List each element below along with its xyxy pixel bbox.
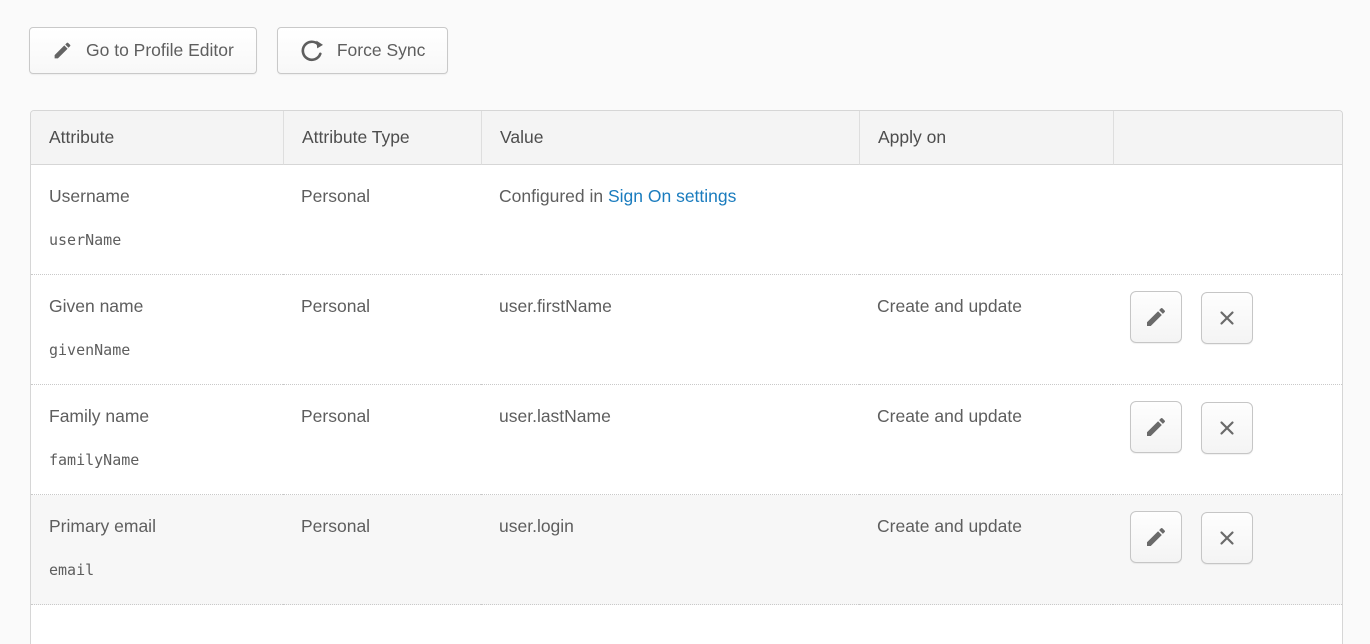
- close-icon: [1216, 307, 1238, 329]
- attribute-label: Family name: [49, 406, 265, 427]
- go-to-profile-editor-button[interactable]: Go to Profile Editor: [29, 27, 257, 74]
- edit-attribute-button[interactable]: [1130, 401, 1182, 453]
- edit-attribute-button[interactable]: [1130, 291, 1182, 343]
- value-text: Configured in: [499, 186, 608, 206]
- actions-cell: [1113, 165, 1343, 275]
- attribute-label: Given name: [49, 296, 265, 317]
- column-header-attribute-type: Attribute Type: [283, 111, 481, 165]
- pencil-icon: [1144, 305, 1168, 329]
- actions-cell: [1113, 495, 1343, 605]
- attribute-type-cell: Personal: [283, 275, 481, 385]
- apply-on-cell: [859, 165, 1113, 275]
- attribute-mapping-table: Attribute Attribute Type Value Apply on …: [30, 110, 1343, 644]
- pencil-icon: [1144, 525, 1168, 549]
- go-to-profile-editor-label: Go to Profile Editor: [86, 40, 234, 61]
- toolbar: Go to Profile Editor Force Sync: [29, 27, 448, 74]
- delete-attribute-button[interactable]: [1201, 292, 1253, 344]
- force-sync-label: Force Sync: [337, 40, 426, 61]
- attribute-label: Primary email: [49, 516, 265, 537]
- pencil-icon: [52, 40, 73, 61]
- value-cell: user.login: [481, 495, 859, 605]
- apply-on-cell: Create and update: [859, 495, 1113, 605]
- attribute-cell: Primary email email: [31, 495, 283, 605]
- refresh-icon: [300, 39, 324, 63]
- delete-attribute-button[interactable]: [1201, 512, 1253, 564]
- table-row: Username userName Personal Configured in…: [31, 165, 1343, 275]
- edit-attribute-button[interactable]: [1130, 511, 1182, 563]
- attribute-variable: givenName: [49, 341, 265, 359]
- attribute-variable: userName: [49, 231, 265, 249]
- column-header-actions: [1113, 111, 1343, 165]
- column-header-apply-on: Apply on: [859, 111, 1113, 165]
- apply-on-cell: Create and update: [859, 385, 1113, 495]
- force-sync-button[interactable]: Force Sync: [277, 27, 449, 74]
- table-row: Primary email email Personal user.login …: [31, 495, 1343, 605]
- actions-cell: [1113, 385, 1343, 495]
- table-row: Family name familyName Personal user.las…: [31, 385, 1343, 495]
- attribute-cell: Given name givenName: [31, 275, 283, 385]
- value-cell: Configured in Sign On settings: [481, 165, 859, 275]
- delete-attribute-button[interactable]: [1201, 402, 1253, 454]
- attribute-variable: email: [49, 561, 265, 579]
- actions-cell: [1113, 275, 1343, 385]
- attribute-label: Username: [49, 186, 265, 207]
- value-cell: user.lastName: [481, 385, 859, 495]
- column-header-value: Value: [481, 111, 859, 165]
- close-icon: [1216, 417, 1238, 439]
- empty-row-area: [31, 605, 1343, 644]
- table-header-row: Attribute Attribute Type Value Apply on: [31, 111, 1343, 165]
- sign-on-settings-link[interactable]: Sign On settings: [608, 186, 736, 206]
- close-icon: [1216, 527, 1238, 549]
- pencil-icon: [1144, 415, 1168, 439]
- apply-on-cell: Create and update: [859, 275, 1113, 385]
- column-header-attribute: Attribute: [31, 111, 283, 165]
- table-row: Given name givenName Personal user.first…: [31, 275, 1343, 385]
- attribute-type-cell: Personal: [283, 385, 481, 495]
- attribute-variable: familyName: [49, 451, 265, 469]
- attribute-type-cell: Personal: [283, 165, 481, 275]
- value-cell: user.firstName: [481, 275, 859, 385]
- table-row-partial: [31, 605, 1343, 644]
- attribute-cell: Username userName: [31, 165, 283, 275]
- attribute-cell: Family name familyName: [31, 385, 283, 495]
- attribute-type-cell: Personal: [283, 495, 481, 605]
